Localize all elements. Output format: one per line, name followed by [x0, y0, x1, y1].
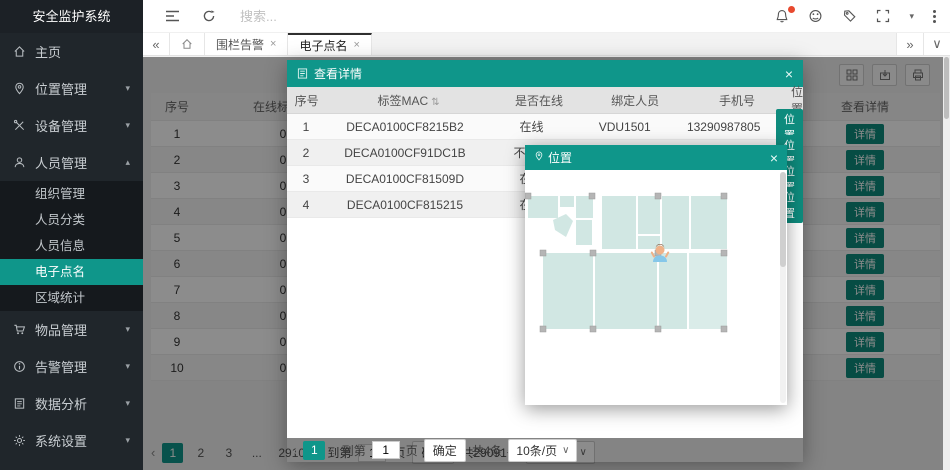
- notification-dot: [788, 6, 795, 13]
- tab-rollcall-active[interactable]: 电子点名 ×: [288, 33, 371, 55]
- sidebar: 安全监护系统 主页 位置管理 ▾ 设备管理 ▾ 人员管理 ▴ 组织管理 人员分类…: [0, 0, 143, 470]
- page-scrollbar[interactable]: [943, 57, 950, 470]
- modal-pagination: ‹ 1 › 到第 页 确定 共4条 10条/页 ∨: [287, 438, 803, 462]
- chevron-down-icon: ▾: [125, 120, 130, 131]
- page-size-select[interactable]: 10条/页 ∨: [508, 439, 577, 462]
- tabs-menu-button[interactable]: ∨: [923, 33, 950, 55]
- page-button-current[interactable]: 1: [303, 441, 325, 460]
- app-window: 安全监护系统 主页 位置管理 ▾ 设备管理 ▾ 人员管理 ▴ 组织管理 人员分类…: [0, 0, 950, 470]
- floorplan-viewport[interactable]: [525, 170, 787, 405]
- map-pin-icon: [534, 150, 544, 165]
- chevron-down-icon: ∨: [562, 445, 569, 456]
- chevron-down-icon: ▾: [125, 83, 130, 94]
- tabs-scroll-left-button[interactable]: «: [143, 33, 170, 55]
- tabbar: « 围栏告警 × 电子点名 × » ∨: [143, 33, 950, 56]
- next-page-icon[interactable]: ›: [331, 443, 335, 458]
- sidebar-item-home[interactable]: 主页: [0, 33, 143, 70]
- collapse-menu-icon[interactable]: [165, 10, 180, 22]
- chevron-down-icon: ▾: [125, 398, 130, 409]
- search-input[interactable]: [240, 9, 390, 24]
- dropdown-caret-icon[interactable]: ▾: [909, 11, 914, 22]
- sidebar-item-goods[interactable]: 物品管理 ▾: [0, 311, 143, 348]
- close-icon[interactable]: ×: [785, 66, 793, 82]
- tag-icon[interactable]: [842, 9, 857, 23]
- theme-palette-icon[interactable]: [808, 9, 823, 23]
- floorplan-scrollbar[interactable]: [780, 172, 786, 403]
- sort-icon[interactable]: ⇅: [431, 97, 439, 108]
- close-icon[interactable]: ×: [770, 150, 778, 166]
- home-icon: [13, 45, 26, 58]
- sidebar-item-label: 系统设置: [35, 431, 87, 450]
- sidebar-item-personnel[interactable]: 人员管理 ▴: [0, 144, 143, 181]
- location-modal-header: 位置 ×: [525, 145, 787, 170]
- refresh-icon[interactable]: [202, 9, 216, 23]
- floorplan-map: [525, 170, 787, 405]
- sidebar-subitem-rollcall-active[interactable]: 电子点名: [0, 259, 143, 285]
- location-modal: 位置 ×: [525, 145, 787, 405]
- report-icon: [13, 397, 26, 410]
- tools-icon: [13, 119, 26, 132]
- scrollbar-thumb[interactable]: [780, 172, 786, 267]
- sidebar-item-device[interactable]: 设备管理 ▾: [0, 107, 143, 144]
- app-title: 安全监护系统: [0, 0, 143, 33]
- personnel-submenu: 组织管理 人员分类 人员信息 电子点名 区域统计: [0, 181, 143, 311]
- map-pin-icon: [13, 82, 26, 95]
- close-tab-icon[interactable]: ×: [353, 39, 359, 51]
- tab-fence-alarm[interactable]: 围栏告警 ×: [205, 33, 288, 55]
- sidebar-item-label: 主页: [35, 42, 61, 61]
- table-header-row: 序号 标签MAC⇅ 是否在线 绑定人员 手机号 位置: [287, 87, 803, 114]
- info-circle-icon: [13, 360, 26, 373]
- tabs-scroll-right-button[interactable]: »: [896, 33, 923, 55]
- chevron-up-icon: ▴: [125, 157, 130, 168]
- sidebar-item-settings[interactable]: 系统设置 ▾: [0, 422, 143, 459]
- tab-home[interactable]: [170, 33, 205, 55]
- goto-page-input[interactable]: [372, 441, 400, 459]
- home-icon: [181, 38, 193, 50]
- sidebar-item-analytics[interactable]: 数据分析 ▾: [0, 385, 143, 422]
- tabbar-right-controls: » ∨: [896, 33, 950, 55]
- sidebar-item-label: 位置管理: [35, 79, 87, 98]
- sidebar-item-label: 物品管理: [35, 320, 87, 339]
- sidebar-item-label: 人员管理: [35, 153, 87, 172]
- table-row: 1 DECA0100CF8215B2 在线 VDU1501 1329098780…: [287, 114, 803, 140]
- user-icon: [13, 156, 26, 169]
- sidebar-item-label: 设备管理: [35, 116, 87, 135]
- cart-icon: [13, 323, 26, 336]
- close-tab-icon[interactable]: ×: [270, 38, 276, 50]
- sidebar-subitem-info[interactable]: 人员信息: [0, 233, 143, 259]
- location-modal-title: 位置: [548, 149, 572, 166]
- more-options-icon[interactable]: [933, 10, 936, 23]
- sidebar-item-label: 数据分析: [35, 394, 87, 413]
- sidebar-item-label: 告警管理: [35, 357, 87, 376]
- document-icon: [297, 68, 308, 79]
- sidebar-subitem-region-stats[interactable]: 区域统计: [0, 285, 143, 311]
- chevron-down-icon: ▾: [125, 435, 130, 446]
- detail-modal-title: 查看详情: [314, 65, 362, 82]
- gear-icon: [13, 434, 26, 447]
- prev-page-icon[interactable]: ‹: [293, 443, 297, 458]
- detail-modal-header: 查看详情 ×: [287, 60, 803, 87]
- chevron-down-icon: ▾: [125, 361, 130, 372]
- topbar: ▾: [143, 0, 950, 33]
- sidebar-item-location[interactable]: 位置管理 ▾: [0, 70, 143, 107]
- total-count-label: 共4条: [472, 442, 503, 459]
- confirm-button[interactable]: 确定: [424, 439, 466, 462]
- sidebar-subitem-category[interactable]: 人员分类: [0, 207, 143, 233]
- sidebar-subitem-org[interactable]: 组织管理: [0, 181, 143, 207]
- chevron-down-icon: ▾: [125, 324, 130, 335]
- topbar-actions: ▾: [775, 9, 950, 24]
- page-unit-label: 页: [406, 442, 418, 459]
- goto-label: 到第: [342, 442, 366, 459]
- bell-icon[interactable]: [775, 9, 789, 24]
- scrollbar-thumb[interactable]: [944, 57, 949, 119]
- fullscreen-icon[interactable]: [876, 9, 890, 23]
- sidebar-item-alarm[interactable]: 告警管理 ▾: [0, 348, 143, 385]
